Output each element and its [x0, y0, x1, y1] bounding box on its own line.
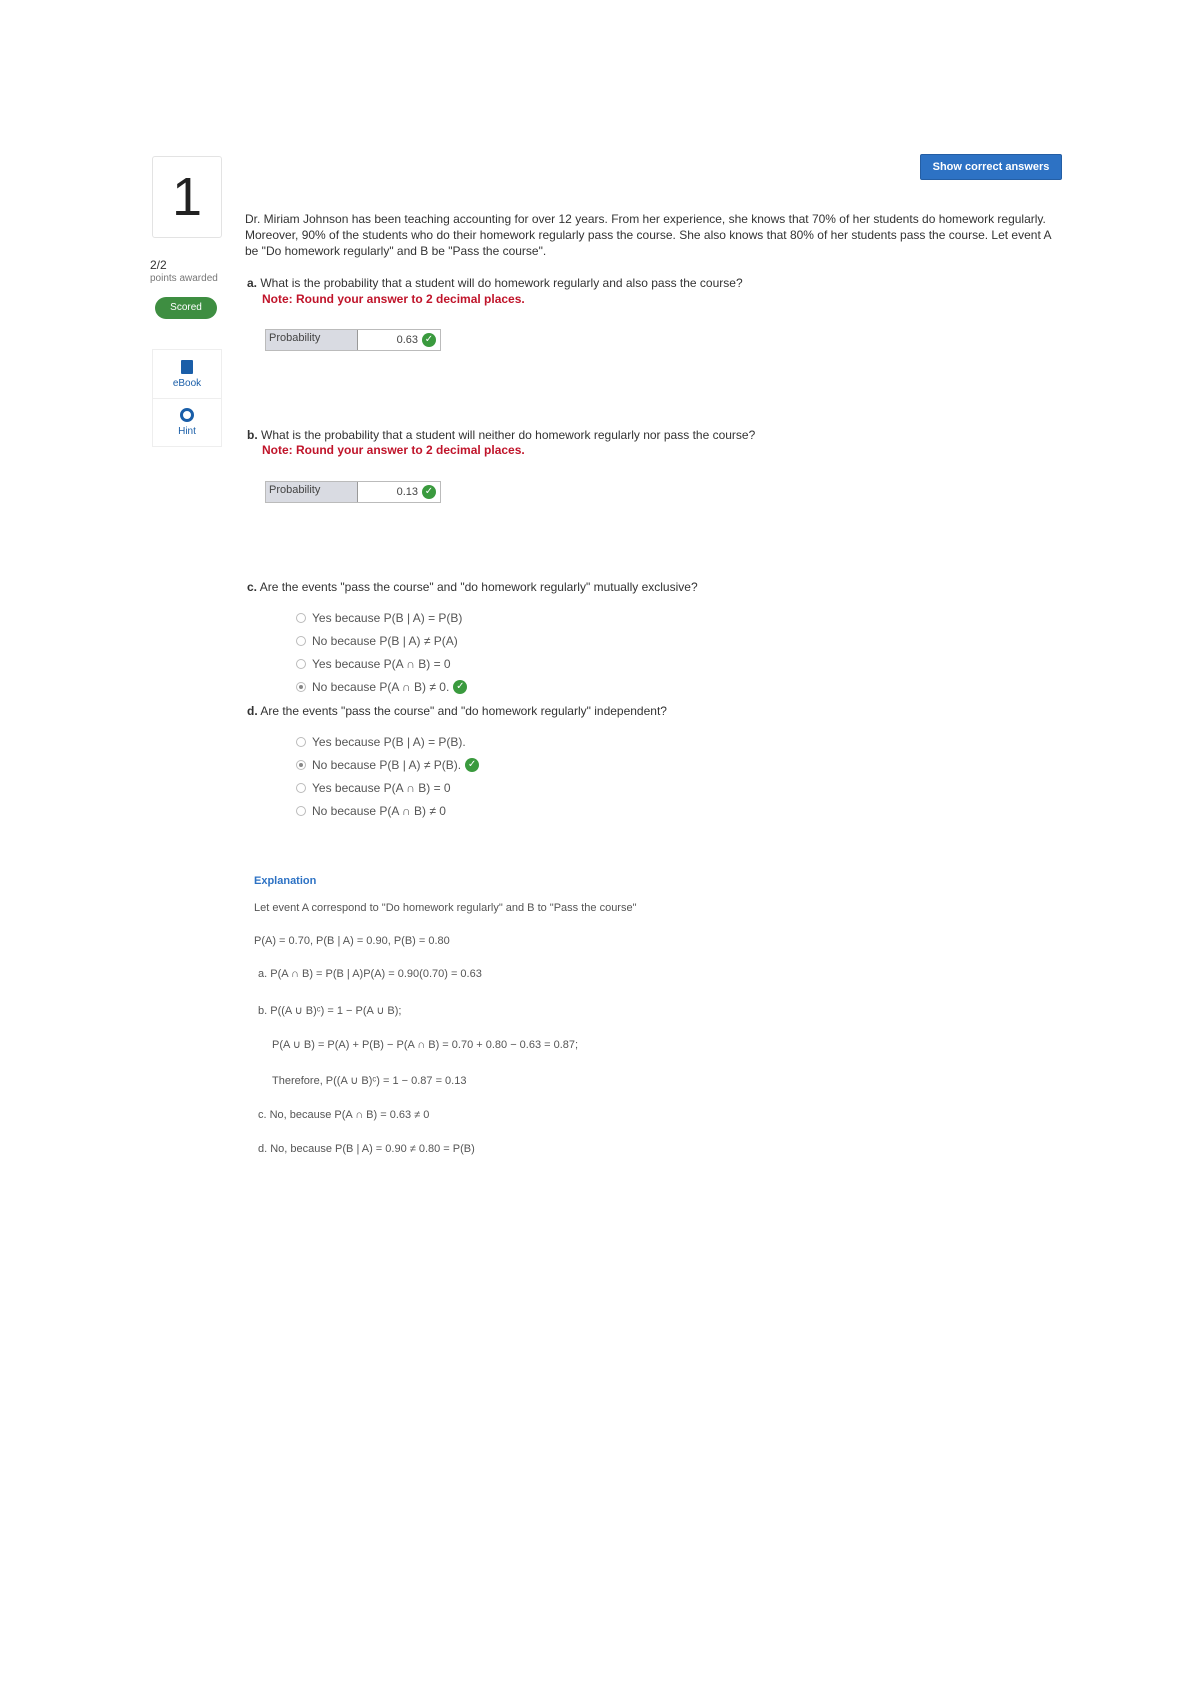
radio-button-selected[interactable] [296, 760, 306, 770]
option-label: Yes because P(B | A) = P(B) [312, 611, 463, 625]
part-c-option[interactable]: Yes because P(A ∩ B) = 0 [296, 657, 451, 671]
explanation-b2: P(A ∪ B) = P(A) + P(B) − P(A ∩ B) = 0.70… [272, 1039, 579, 1051]
part-d-text: Are the events "pass the course" and "do… [260, 704, 667, 718]
points-caption: points awarded [150, 273, 218, 284]
points-block: 2/2 points awarded [150, 258, 218, 286]
lifebuoy-icon [180, 407, 194, 422]
radio-button[interactable] [296, 783, 306, 793]
explanation-line: P(A) = 0.70, P(B | A) = 0.90, P(B) = 0.8… [254, 935, 450, 947]
hint-label: Hint [178, 425, 196, 437]
option-label: No because P(A ∩ B) ≠ 0. [312, 680, 450, 694]
radio-button[interactable] [296, 636, 306, 646]
part-c-question: c. Are the events "pass the course" and … [247, 579, 698, 595]
check-icon: ✓ [422, 333, 436, 347]
option-label: Yes because P(A ∩ B) = 0 [312, 657, 451, 671]
part-b-answer-row: Probability 0.13 ✓ [265, 481, 441, 503]
part-d-option[interactable]: No because P(B | A) ≠ P(B). ✓ [296, 758, 480, 772]
points-value: 2/2 [150, 258, 167, 272]
explanation-b1: b. P((A ∪ B)ᶜ) = 1 − P(A ∪ B); [258, 1005, 402, 1017]
scored-badge: Scored [155, 297, 217, 319]
part-c-option[interactable]: No because P(A ∩ B) ≠ 0. ✓ [296, 680, 468, 694]
option-label: No because P(B | A) ≠ P(A) [312, 634, 458, 648]
ebook-button[interactable]: eBook [152, 349, 222, 399]
part-a-answer-label: Probability [266, 330, 358, 350]
explanation-a: a. P(A ∩ B) = P(B | A)P(A) = 0.90(0.70) … [258, 968, 482, 980]
part-b-answer-label: Probability [266, 482, 358, 502]
radio-button[interactable] [296, 659, 306, 669]
part-c-label: c. [247, 580, 258, 594]
part-d-option[interactable]: Yes because P(B | A) = P(B). [296, 735, 466, 749]
part-c-option[interactable]: No because P(B | A) ≠ P(A) [296, 634, 458, 648]
part-b-answer-field[interactable]: 0.13 ✓ [358, 482, 440, 502]
show-correct-answers-button[interactable]: Show correct answers [920, 154, 1062, 180]
part-d-option[interactable]: No because P(A ∩ B) ≠ 0 [296, 804, 446, 818]
explanation-line: Let event A correspond to "Do homework r… [254, 902, 637, 914]
part-a-question: a. What is the probability that a studen… [247, 275, 743, 291]
part-a-answer-row: Probability 0.63 ✓ [265, 329, 441, 351]
part-c-option[interactable]: Yes because P(B | A) = P(B) [296, 611, 462, 625]
part-b-text: What is the probability that a student w… [261, 428, 756, 442]
part-d-option[interactable]: Yes because P(A ∩ B) = 0 [296, 781, 451, 795]
option-label: No because P(B | A) ≠ P(B). [312, 758, 462, 772]
hint-button[interactable]: Hint [152, 398, 222, 447]
part-a-answer-field[interactable]: 0.63 ✓ [358, 330, 440, 350]
explanation-title: Explanation [254, 875, 317, 887]
question-number: 1 [171, 167, 203, 227]
part-b-label: b. [247, 428, 258, 442]
part-a-note: Note: Round your answer to 2 decimal pla… [262, 292, 525, 306]
option-label: Yes because P(B | A) = P(B). [312, 735, 466, 749]
part-a-answer-value: 0.63 [396, 334, 418, 346]
explanation-b3: Therefore, P((A ∪ B)ᶜ) = 1 − 0.87 = 0.13 [272, 1075, 467, 1087]
ebook-label: eBook [172, 377, 202, 389]
radio-button[interactable] [296, 613, 306, 623]
radio-button-selected[interactable] [296, 682, 306, 692]
part-b-question: b. What is the probability that a studen… [247, 427, 755, 443]
check-icon: ✓ [465, 758, 480, 772]
question-prompt: Dr. Miriam Johnson has been teaching acc… [245, 212, 1051, 258]
part-b-note: Note: Round your answer to 2 decimal pla… [262, 443, 525, 457]
option-label: No because P(A ∩ B) ≠ 0 [312, 804, 446, 818]
explanation-d: d. No, because P(B | A) = 0.90 ≠ 0.80 = … [258, 1143, 475, 1155]
check-icon: ✓ [422, 485, 436, 499]
part-a-text: What is the probability that a student w… [260, 276, 743, 290]
part-c-text: Are the events "pass the course" and "do… [259, 580, 698, 594]
question-number-card: 1 [152, 156, 222, 238]
book-icon [181, 359, 193, 374]
explanation-c: c. No, because P(A ∩ B) = 0.63 ≠ 0 [258, 1109, 430, 1121]
part-b-answer-value: 0.13 [396, 486, 418, 498]
part-d-label: d. [247, 704, 258, 718]
radio-button[interactable] [296, 806, 306, 816]
radio-button[interactable] [296, 737, 306, 747]
option-label: Yes because P(A ∩ B) = 0 [312, 781, 451, 795]
part-d-question: d. Are the events "pass the course" and … [247, 703, 667, 719]
part-a-label: a. [247, 276, 258, 290]
check-icon: ✓ [453, 680, 468, 694]
